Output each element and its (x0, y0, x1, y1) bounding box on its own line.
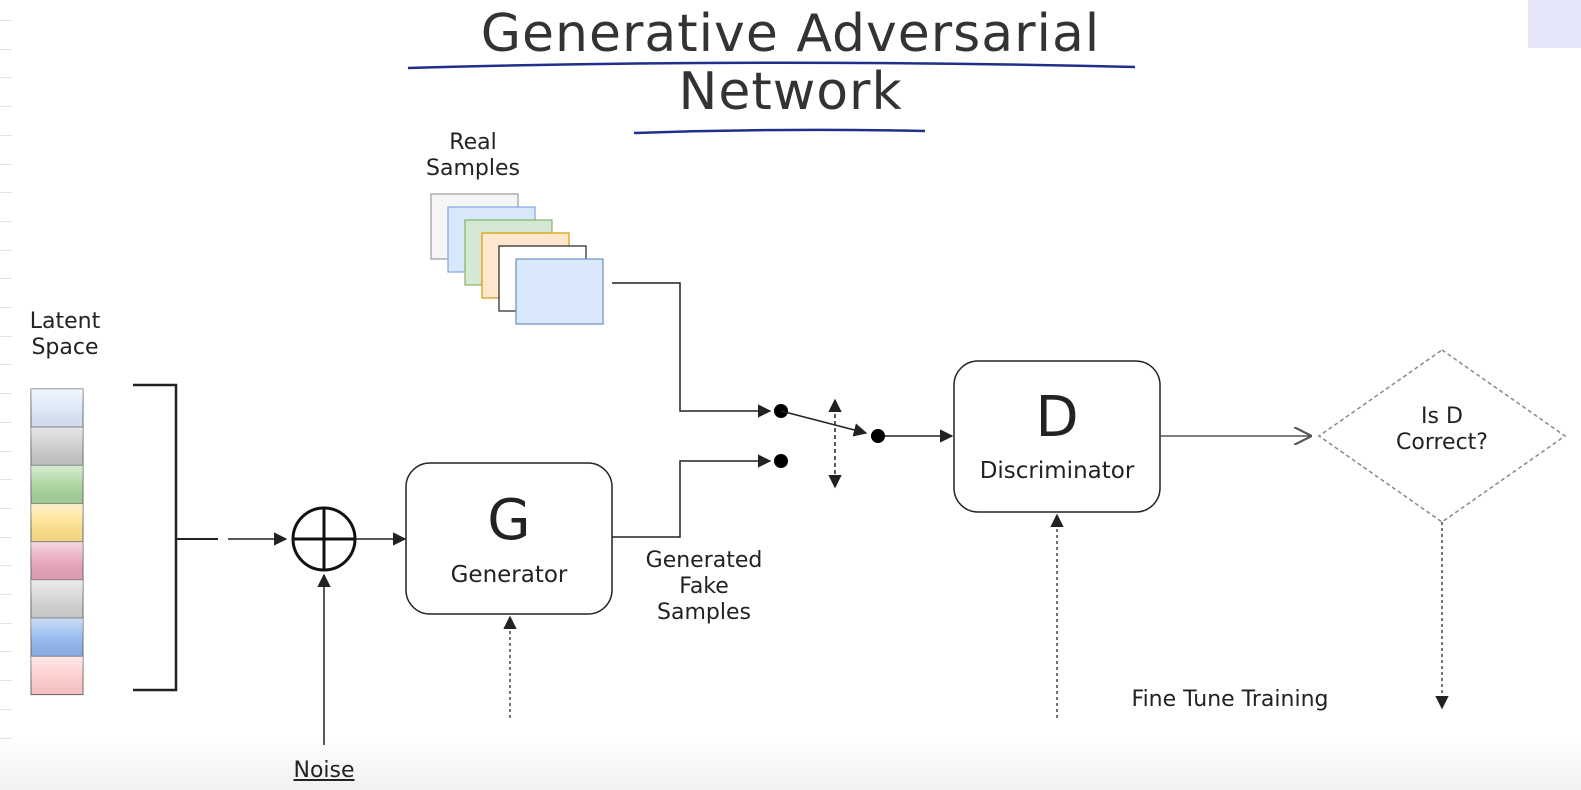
real-sample-card (515, 258, 604, 325)
noise-label: Noise (293, 758, 355, 783)
ruler-tick (0, 307, 12, 308)
latent-cell-gloss (31, 389, 83, 428)
title-underline-2 (633, 128, 926, 135)
ruler-tick (0, 421, 12, 423)
switch-output-contact (871, 429, 885, 443)
ruler-tick (0, 737, 12, 739)
latent-cell-gloss (31, 580, 83, 619)
latent-cell-gloss (31, 656, 83, 695)
fine-tune-training-label: Fine Tune Training (1131, 687, 1329, 712)
ruler-tick (0, 77, 12, 79)
ruler-tick (0, 106, 12, 108)
title-underline-1 (407, 61, 1136, 70)
ruler-tick (0, 708, 12, 710)
ruler-tick (0, 479, 12, 481)
real-samples-label: Real Samples (426, 130, 520, 181)
switch-lever (780, 410, 868, 437)
ruler-tick (0, 163, 12, 165)
latent-cell-gloss (31, 427, 83, 466)
ruler-tick (0, 48, 12, 50)
ruler-tick (0, 680, 12, 682)
fake-to-switch-line (612, 454, 772, 538)
ruler-tick (0, 220, 12, 222)
real-to-switch-line (612, 282, 772, 418)
generator-letter: G (487, 488, 531, 553)
ruler-tick (0, 651, 12, 653)
ruler-tick (0, 393, 12, 395)
latent-cell-gloss (31, 503, 83, 542)
decision-label: Is D Correct? (1396, 404, 1488, 455)
generator-name: Generator (450, 562, 568, 588)
real-samples-stack (430, 193, 604, 325)
ruler-tick (0, 594, 12, 595)
latent-space-column (30, 388, 84, 696)
latent-space-label: Latent Space (29, 309, 101, 360)
discriminator-letter: D (1035, 385, 1079, 450)
latent-cell-gloss (31, 541, 83, 580)
latent-bracket (133, 383, 178, 692)
latent-cell-gloss (31, 618, 83, 657)
ruler-tick (0, 278, 12, 280)
ruler-tick (0, 450, 12, 452)
ruler-tick (0, 192, 12, 194)
ruler-tick (0, 536, 12, 538)
ruler-tick (0, 249, 12, 251)
discriminator-name: Discriminator (979, 458, 1135, 484)
latent-cell-gloss (31, 465, 83, 504)
generated-fake-samples-label: Generated Fake Samples (645, 548, 763, 625)
ruler-tick (0, 565, 12, 567)
ruler-tick (0, 507, 12, 509)
ruler-tick (0, 20, 12, 21)
sum-node-icon (291, 506, 357, 572)
gan-diagram (30, 61, 1567, 745)
ruler-tick (0, 134, 12, 136)
switch-contact-fake (774, 454, 788, 468)
ruler-tick (0, 622, 12, 624)
ruler-tick (0, 364, 12, 366)
ruler-tick (0, 335, 12, 337)
